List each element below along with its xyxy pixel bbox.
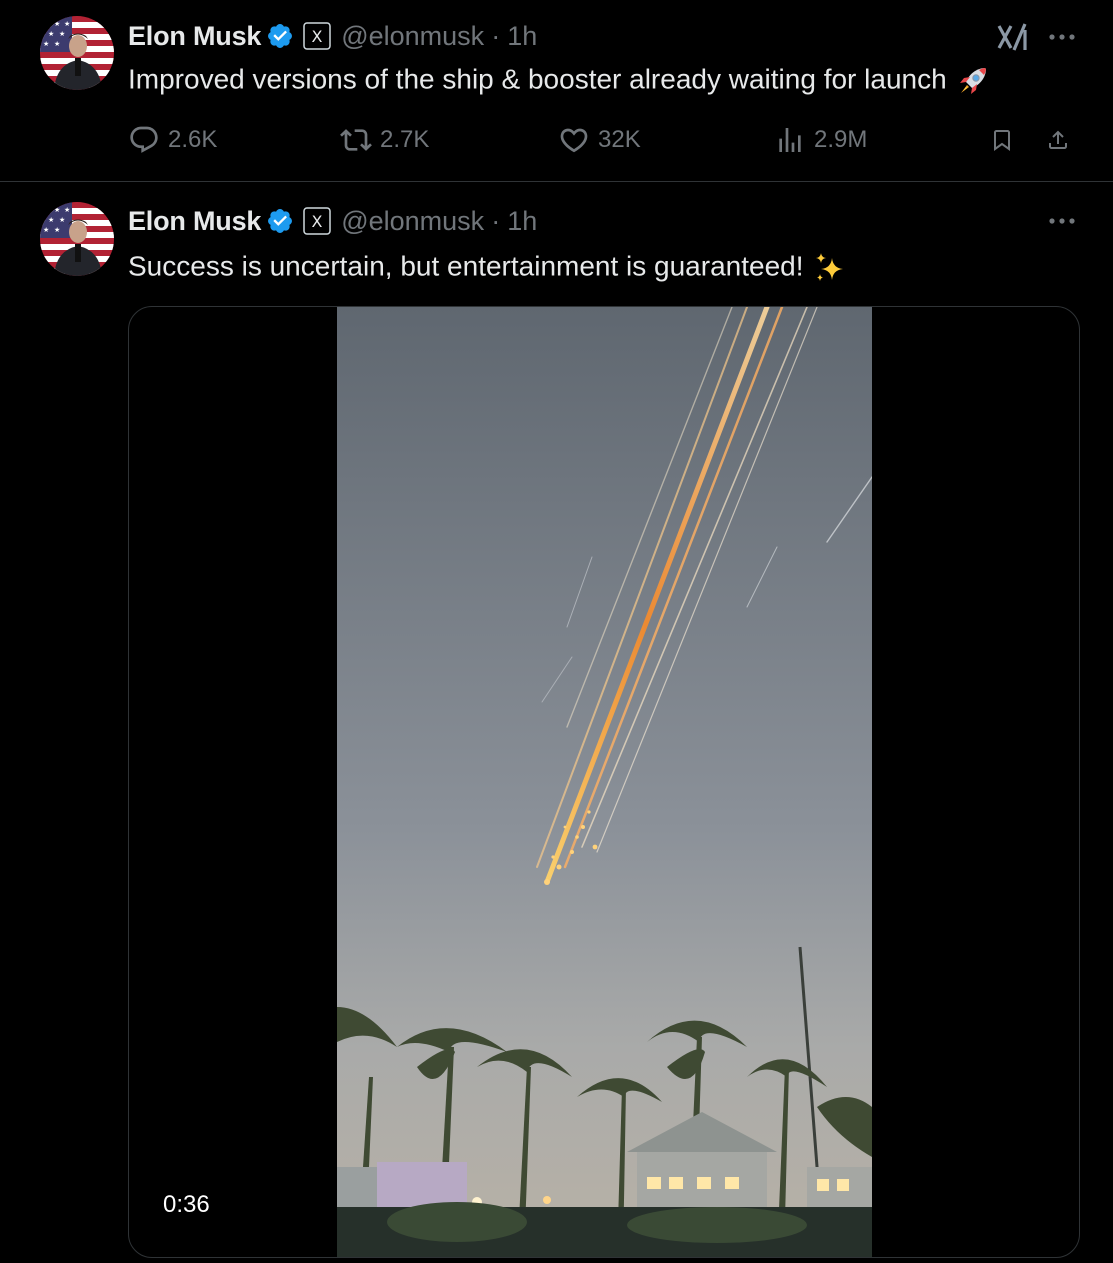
svg-text:X: X xyxy=(312,212,323,231)
svg-text:★: ★ xyxy=(54,226,60,234)
svg-text:★: ★ xyxy=(54,40,60,48)
affiliate-x-logo-icon[interactable]: X xyxy=(303,207,331,235)
sparkles-icon xyxy=(812,250,848,286)
separator: · xyxy=(491,205,501,236)
views-icon xyxy=(779,128,801,152)
rocket-icon xyxy=(955,63,991,99)
svg-text:★: ★ xyxy=(43,226,49,234)
affiliate-x-logo-icon[interactable]: X xyxy=(303,22,331,50)
author-name[interactable]: Elon Musk xyxy=(128,21,261,52)
share-button[interactable] xyxy=(1046,123,1078,157)
like-button[interactable]: 32K xyxy=(558,123,641,157)
like-count: 32K xyxy=(598,126,641,153)
svg-text:★: ★ xyxy=(43,40,49,48)
tweet-text: Improved versions of the ship & booster … xyxy=(128,63,991,99)
svg-text:★: ★ xyxy=(64,20,70,28)
grok-icon[interactable] xyxy=(996,22,1030,52)
more-options-icon[interactable] xyxy=(1047,214,1077,228)
bookmark-icon xyxy=(994,130,1010,151)
repost-icon xyxy=(340,129,372,151)
video-duration-badge: 0:36 xyxy=(153,1187,220,1223)
repost-count: 2.7K xyxy=(380,126,430,153)
timestamp[interactable]: 1h xyxy=(507,206,537,237)
video-player[interactable]: 0:36 xyxy=(128,306,1080,1258)
tweet[interactable]: ★ ★ ★ ★ ★ ★ ★ Elon Musk X @elonmusk · 1h Succe… xyxy=(0,182,1113,1263)
video-thumbnail[interactable] xyxy=(337,307,872,1257)
svg-text:★: ★ xyxy=(54,206,60,214)
svg-text:★: ★ xyxy=(54,20,60,28)
repost-button[interactable]: 2.7K xyxy=(340,123,429,157)
tweet[interactable]: ★ ★ ★ ★ ★ ★ ★ Elon Musk X @elonmusk · 1h Impro… xyxy=(0,0,1113,182)
reply-button[interactable]: 2.6K xyxy=(128,123,217,157)
more-options-icon[interactable] xyxy=(1047,30,1077,44)
svg-text:★: ★ xyxy=(48,216,54,224)
bookmark-button[interactable] xyxy=(990,123,1022,157)
timestamp[interactable]: 1h xyxy=(507,21,537,52)
tweet-header: Elon Musk X @elonmusk · 1h xyxy=(128,204,537,238)
svg-text:X: X xyxy=(312,27,323,46)
tweet-text: Success is uncertain, but entertainment … xyxy=(128,250,848,286)
verified-badge-icon[interactable] xyxy=(266,22,294,50)
author-name[interactable]: Elon Musk xyxy=(128,206,261,237)
tweet-text-content: Improved versions of the ship & booster … xyxy=(128,63,947,95)
views-button[interactable]: 2.9M xyxy=(774,123,867,157)
author-handle[interactable]: @elonmusk xyxy=(341,206,484,237)
svg-text:★: ★ xyxy=(43,206,49,214)
heart-icon xyxy=(560,128,588,153)
tweet-header: Elon Musk X @elonmusk · 1h xyxy=(128,19,537,53)
svg-text:★: ★ xyxy=(59,30,65,38)
view-count: 2.9M xyxy=(814,126,868,153)
avatar[interactable]: ★ ★ ★ ★ ★ ★ ★ xyxy=(40,202,114,276)
author-handle[interactable]: @elonmusk xyxy=(341,21,484,52)
share-icon xyxy=(1049,130,1067,149)
svg-text:★: ★ xyxy=(64,206,70,214)
reply-count: 2.6K xyxy=(168,126,218,153)
tweet-text-content: Success is uncertain, but entertainment … xyxy=(128,250,804,282)
verified-badge-icon[interactable] xyxy=(266,207,294,235)
svg-text:★: ★ xyxy=(43,20,49,28)
svg-text:★: ★ xyxy=(48,30,54,38)
svg-text:★: ★ xyxy=(59,216,65,224)
reply-icon xyxy=(130,126,158,153)
separator: · xyxy=(491,20,501,51)
avatar[interactable]: ★ ★ ★ ★ ★ ★ ★ xyxy=(40,16,114,90)
